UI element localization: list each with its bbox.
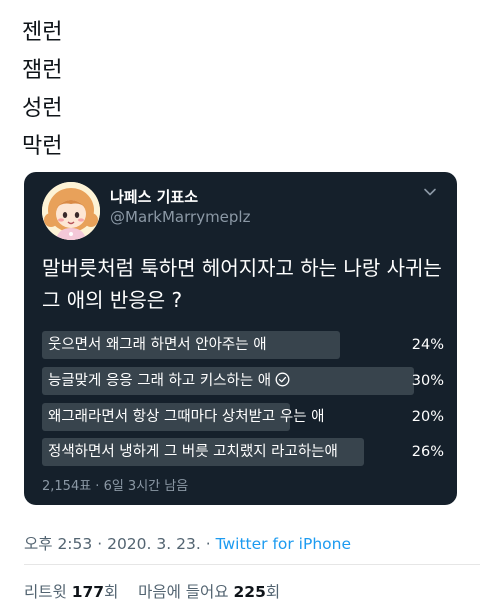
check-circle-icon <box>275 369 290 387</box>
tweet-line: 막런 <box>22 134 63 159</box>
poll-option-label: 웃으면서 왜그래 하면서 안아주는 애 <box>48 337 267 353</box>
likes-unit: 회 <box>265 583 281 601</box>
tweet-text: 젠런 잼런 성런 막런 <box>22 14 462 166</box>
poll-option: 왜그래라면서 항상 그때마다 상처받고 우는 애 20% <box>42 403 444 431</box>
timestamp-row: 오후 2:53 · 2020. 3. 23. · Twitter for iPh… <box>24 532 351 554</box>
poll-option-label: 능글맞게 응응 그래 하고 키스하는 애 <box>48 367 290 395</box>
tweet-time[interactable]: 오후 2:53 <box>24 535 92 553</box>
poll-option-percent: 26% <box>411 444 444 460</box>
chevron-down-icon[interactable] <box>423 184 437 198</box>
divider <box>24 564 480 565</box>
poll-option: 정색하면서 냉하게 그 버릇 고치랬지 라고하는애 26% <box>42 438 444 466</box>
tweet-date[interactable]: 2020. 3. 23. <box>107 535 201 553</box>
retweets-count: 177 <box>71 583 105 601</box>
likes-label: 마음에 들어요 <box>138 583 229 601</box>
retweets-unit: 회 <box>104 583 119 601</box>
poll-option-label: 정색하면서 냉하게 그 버릇 고치랬지 라고하는애 <box>48 444 338 460</box>
poll-option: 웃으면서 왜그래 하면서 안아주는 애 24% <box>42 331 444 359</box>
retweets-stat[interactable]: 리트윗 177회 <box>24 583 118 601</box>
engagement-stats: 리트윗 177회 마음에 들어요 225회 <box>24 580 280 602</box>
cartoon-girl-avatar-icon[interactable] <box>42 182 100 240</box>
poll-question: 말버릇처럼 툭하면 헤어지자고 하는 나랑 사귀는 그 애의 반응은 ? <box>42 256 442 312</box>
separator: · <box>97 535 103 553</box>
poll-option-label: 왜그래라면서 항상 그때마다 상처받고 우는 애 <box>48 409 325 425</box>
poll-option: 능글맞게 응응 그래 하고 키스하는 애 30% <box>42 367 444 395</box>
tweet-line: 성런 <box>22 96 63 121</box>
poll-option-percent: 24% <box>411 337 444 353</box>
display-name[interactable]: 나페스 기표소 <box>110 186 198 207</box>
quoted-tweet-card[interactable]: 나페스 기표소 @MarkMarrymeplz 말버릇처럼 툭하면 헤어지자고 … <box>24 172 457 505</box>
separator: · <box>205 535 211 553</box>
poll-option-label-text: 능글맞게 응응 그래 하고 키스하는 애 <box>48 373 272 389</box>
user-handle[interactable]: @MarkMarrymeplz <box>110 208 250 226</box>
source-link[interactable]: Twitter for iPhone <box>216 535 351 553</box>
tweet-line: 젠런 <box>22 20 63 45</box>
poll-option-percent: 30% <box>411 373 444 389</box>
tweet-line: 잼런 <box>22 58 63 83</box>
poll-meta: 2,154표 · 6일 3시간 남음 <box>42 479 189 494</box>
retweets-label: 리트윗 <box>24 583 67 601</box>
likes-stat[interactable]: 마음에 들어요 225회 <box>138 583 280 601</box>
likes-count: 225 <box>233 583 266 601</box>
poll-option-percent: 20% <box>411 409 444 425</box>
